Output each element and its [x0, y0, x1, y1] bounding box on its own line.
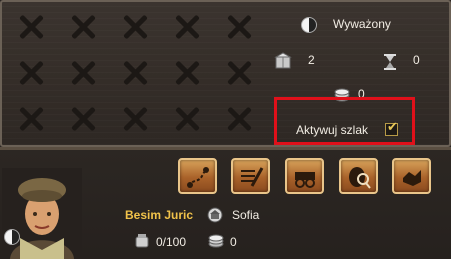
coins-icon [208, 234, 224, 248]
empty-slot[interactable] [226, 60, 252, 86]
route-slots-grid [14, 10, 272, 140]
activate-route-checkbox[interactable]: ✔ [385, 119, 398, 136]
cart-icon [295, 172, 315, 188]
empty-slot[interactable] [18, 60, 44, 86]
balance-label: Wyważony [333, 17, 391, 31]
barrel-search-button[interactable] [339, 158, 378, 194]
balance-icon [301, 17, 317, 33]
empty-slot[interactable] [174, 14, 200, 40]
empty-slot[interactable] [226, 106, 252, 132]
route-map-button[interactable] [178, 158, 217, 194]
empty-slot[interactable] [18, 106, 44, 132]
edit-list-button[interactable] [231, 158, 270, 194]
balance-icon [4, 229, 20, 245]
empty-slot[interactable] [70, 14, 96, 40]
empty-slot[interactable] [70, 106, 96, 132]
goods-crate-icon [274, 52, 292, 70]
trader-portrait[interactable] [2, 168, 82, 259]
empty-slot[interactable] [122, 14, 148, 40]
city-icon [207, 207, 223, 223]
trader-name: Besim Juric [125, 208, 194, 222]
goods-count: 2 [308, 53, 315, 67]
hourglass-count: 0 [413, 53, 420, 67]
cart-button[interactable] [285, 158, 324, 194]
trader-cargo: 0/100 [156, 235, 187, 249]
empty-slot[interactable] [18, 14, 44, 40]
trader-money: 0 [230, 235, 237, 249]
activate-route-label: Aktywuj szlak [296, 123, 369, 137]
hourglass-icon [383, 54, 397, 70]
trade-button[interactable] [392, 158, 431, 194]
empty-slot[interactable] [122, 60, 148, 86]
checkmark-icon: ✔ [387, 119, 398, 134]
barrel-search-icon [349, 167, 371, 189]
trade-icon [403, 170, 421, 186]
cargo-icon [134, 233, 150, 249]
trade-route-window: Wyważony 2 0 0 Aktywuj szlak ✔ Besim Jur… [0, 0, 451, 259]
empty-slot[interactable] [122, 106, 148, 132]
empty-slot[interactable] [70, 60, 96, 86]
route-map-icon [187, 167, 209, 188]
empty-slot[interactable] [226, 14, 252, 40]
empty-slot[interactable] [174, 106, 200, 132]
trader-city: Sofia [232, 208, 260, 222]
empty-slot[interactable] [174, 60, 200, 86]
edit-list-icon [241, 167, 264, 187]
